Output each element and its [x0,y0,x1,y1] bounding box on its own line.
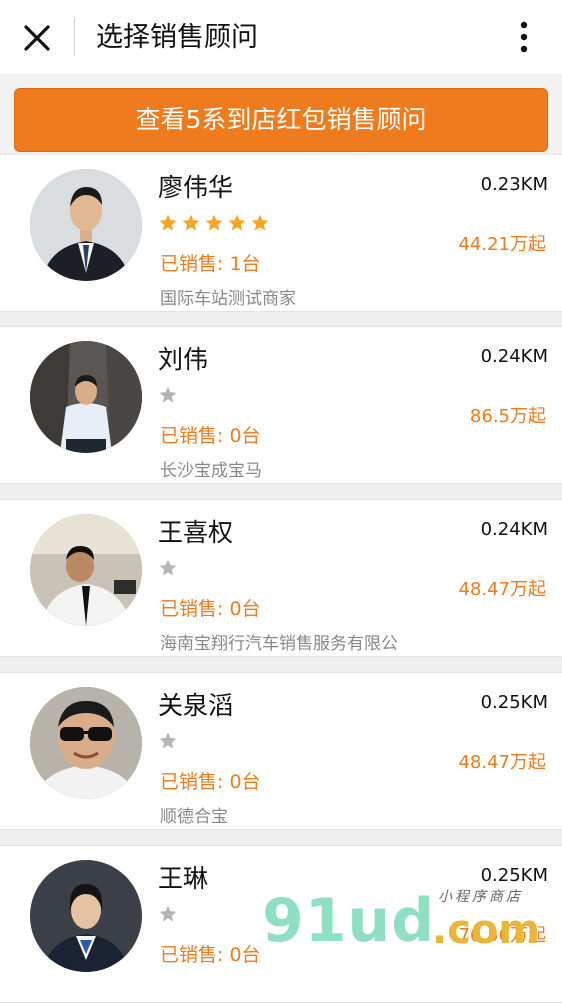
advisor-card[interactable]: 王琳 已销售: 0台 0.25KM 76.56万起 [0,845,562,1003]
advisor-name: 廖伟华 [158,173,234,202]
avatar [30,514,142,626]
advisor-name: 关泉滔 [158,691,234,720]
close-icon [24,25,50,51]
star-icon [159,559,177,576]
star-icon [159,905,177,922]
star-icon [228,214,246,231]
rating-stars [158,904,178,926]
sold-count: 已销售: 0台 [160,944,261,966]
star-icon [251,214,269,231]
distance: 0.25KM [480,865,548,886]
advisor-card[interactable]: 刘伟 已销售: 0台 长沙宝成宝马 0.24KM 86.5万起 [0,326,562,484]
sold-count: 已销售: 0台 [160,425,261,447]
more-options-button[interactable] [508,18,540,58]
sold-count: 已销售: 0台 [160,771,261,793]
star-icon [159,386,177,403]
avatar [30,169,142,281]
rating-stars [158,213,270,235]
star-icon [159,214,177,231]
close-button[interactable] [16,18,60,58]
advisor-name: 刘伟 [158,345,209,374]
sold-count: 已销售: 0台 [160,598,261,620]
dealer-name: 长沙宝成宝马 [160,461,262,481]
avatar [30,341,142,453]
avatar [30,860,142,972]
avatar [30,687,142,799]
rating-stars [158,731,178,753]
distance: 0.23KM [480,174,548,195]
sold-count: 已销售: 1台 [160,253,261,275]
more-vertical-icon [520,21,528,53]
star-icon [159,732,177,749]
banner-area: 查看5系到店红包销售顾问 [0,74,562,154]
header-divider [74,18,75,56]
rating-stars [158,385,178,407]
star-icon [205,214,223,231]
advisor-name: 王喜权 [158,518,234,547]
starting-price: 48.47万起 [458,752,546,773]
advisor-name: 王琳 [158,864,209,893]
distance: 0.24KM [480,519,548,540]
starting-price: 44.21万起 [458,234,546,255]
distance: 0.24KM [480,346,548,367]
starting-price: 48.47万起 [458,579,546,600]
page-title: 选择销售顾问 [96,22,258,53]
advisor-card[interactable]: 王喜权 已销售: 0台 海南宝翔行汽车销售服务有限公 0.24KM 48.47万… [0,499,562,657]
dealer-name: 顺德合宝 [160,807,228,827]
starting-price: 86.5万起 [469,406,546,427]
top-bar: 选择销售顾问 [0,0,562,74]
advisor-card[interactable]: 廖伟华 已销售: 1台 国际车站测试商家 0.23KM 44.21万起 [0,154,562,312]
advisor-card[interactable]: 关泉滔 已销售: 0台 顺德合宝 0.25KM 48.47万起 [0,672,562,830]
starting-price: 76.56万起 [458,925,546,946]
star-icon [182,214,200,231]
rating-stars [158,558,178,580]
dealer-name: 海南宝翔行汽车销售服务有限公 [160,634,398,654]
distance: 0.25KM [480,692,548,713]
dealer-name: 国际车站测试商家 [160,289,296,309]
red-packet-advisors-button[interactable]: 查看5系到店红包销售顾问 [14,88,548,152]
